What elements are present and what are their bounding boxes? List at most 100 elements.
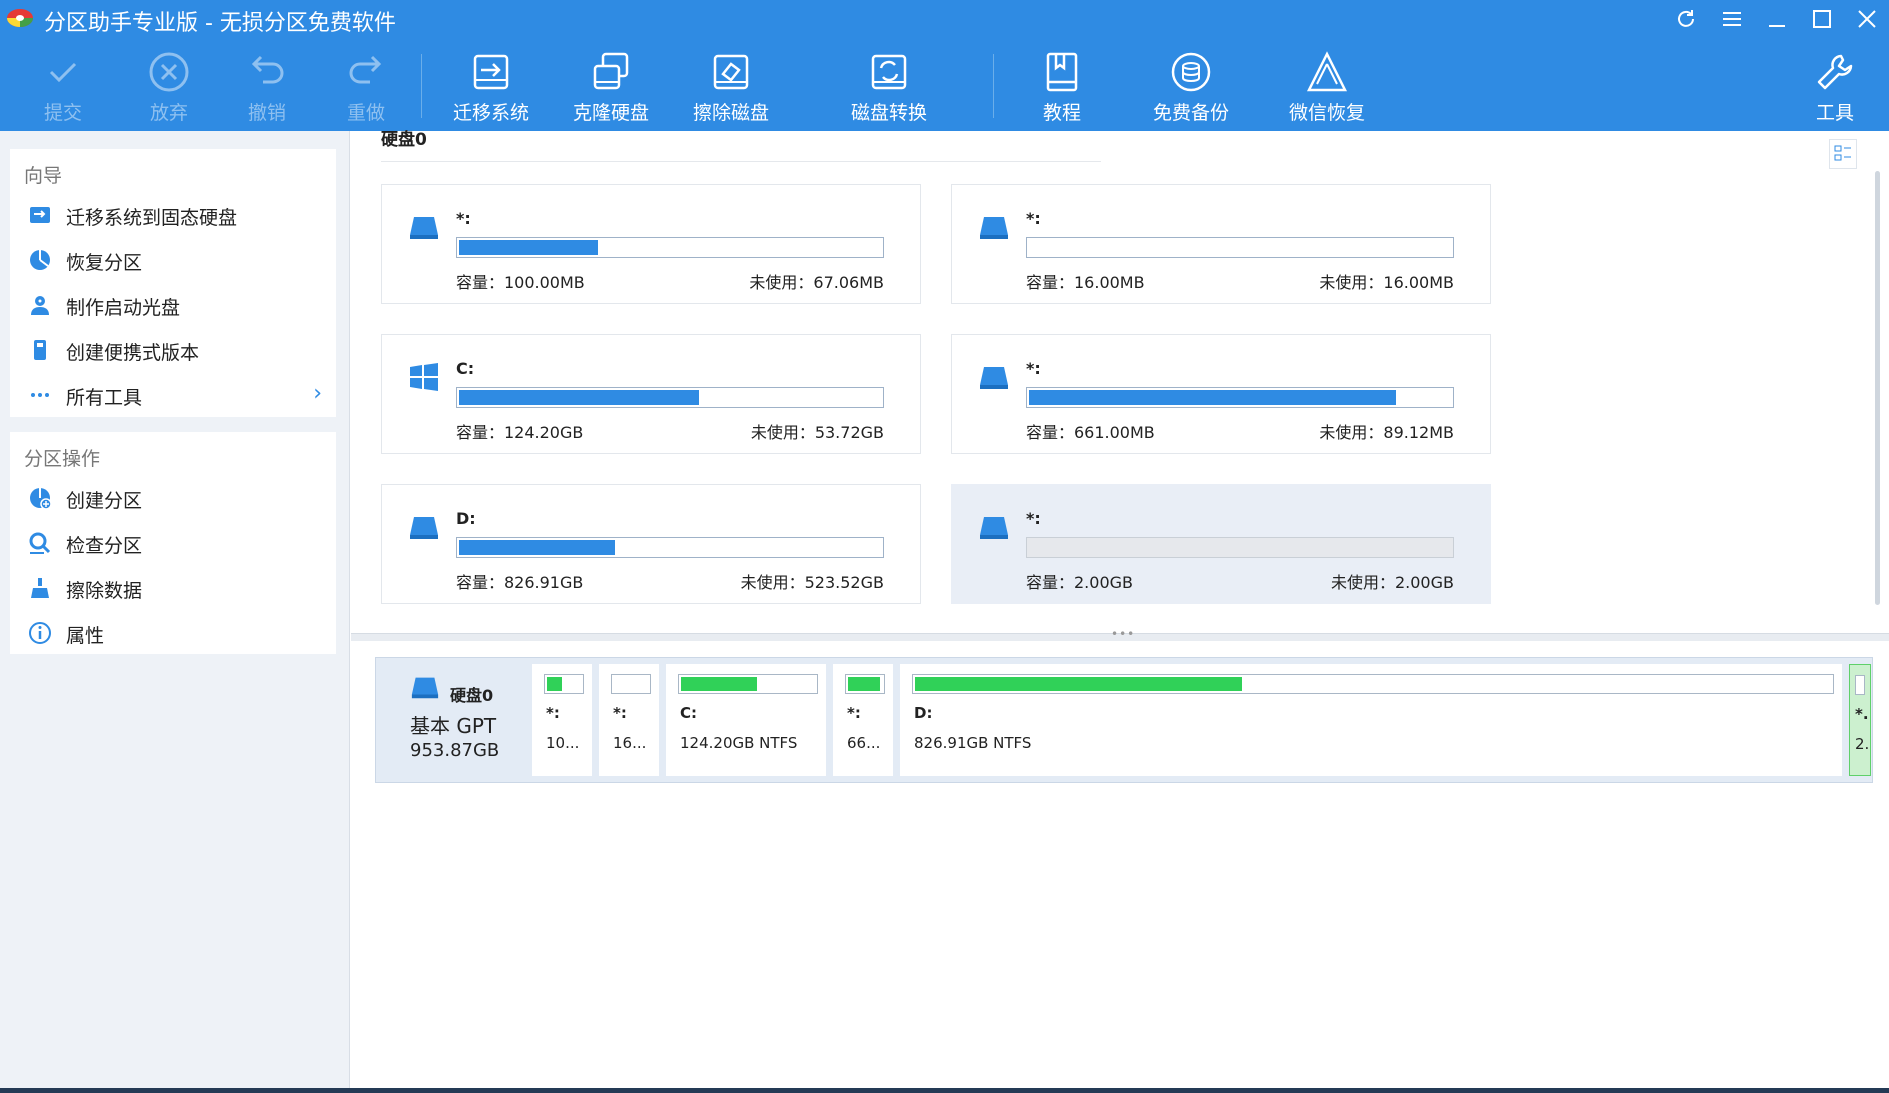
segment-name: *: bbox=[847, 704, 861, 722]
partition-capacity: 容量：100.00MB bbox=[456, 273, 585, 292]
segment-info: 66... bbox=[847, 734, 881, 752]
top-bar: 分区助手专业版 - 无损分区免费软件 提交 放弃 撤销 重做 迁移系统 克隆硬盘… bbox=[0, 0, 1889, 131]
disk-name: 硬盘0 bbox=[450, 686, 494, 705]
close-icon bbox=[1858, 10, 1876, 28]
tutorial-label: 教程 bbox=[1042, 102, 1081, 124]
book-icon bbox=[1046, 52, 1078, 92]
sidebar-item-portable[interactable]: 创建便携式版本 bbox=[10, 330, 336, 370]
commit-button[interactable]: 提交 bbox=[8, 44, 118, 130]
partition-capacity: 容量：661.00MB bbox=[1026, 423, 1155, 442]
menu-button[interactable] bbox=[1713, 4, 1751, 34]
sidebar-item-label: 创建便携式版本 bbox=[66, 342, 200, 364]
segment-usage-bar bbox=[611, 674, 651, 694]
segment-name: D: bbox=[914, 704, 933, 722]
disk-type: 基本 GPT bbox=[410, 714, 497, 738]
menu-icon bbox=[1723, 12, 1741, 26]
segment-usage-fill bbox=[848, 677, 880, 691]
wipe-disk-label: 擦除磁盘 bbox=[692, 102, 769, 124]
free-backup-label: 免费备份 bbox=[1152, 102, 1229, 124]
segment-usage-bar bbox=[678, 674, 818, 694]
left-panel: 向导 迁移系统到固态硬盘 恢复分区 制作启动光盘 创建便携式版本 所有工具 › … bbox=[0, 131, 350, 1093]
usage-bar-fill bbox=[459, 240, 599, 255]
partition-name: D: bbox=[456, 509, 476, 528]
sidebar-item-all-tools[interactable]: 所有工具 › bbox=[10, 375, 336, 415]
close-button[interactable] bbox=[1848, 4, 1886, 34]
sidebar-item-create-partition[interactable]: 创建分区 bbox=[10, 478, 336, 518]
maximize-button[interactable] bbox=[1803, 4, 1841, 34]
sidebar-item-migrate-ssd[interactable]: 迁移系统到固态硬盘 bbox=[10, 195, 336, 235]
sidebar-item-boot-disc[interactable]: 制作启动光盘 bbox=[10, 285, 336, 325]
sidebar-item-properties[interactable]: 属性 bbox=[10, 613, 336, 653]
cancel-circle-icon bbox=[149, 52, 189, 92]
clone-disk-button[interactable]: 克隆硬盘 bbox=[556, 44, 666, 130]
undo-button[interactable]: 撤销 bbox=[212, 44, 322, 130]
usage-bar bbox=[1026, 537, 1454, 558]
partition-name: *: bbox=[1026, 359, 1041, 378]
usage-bar-fill bbox=[459, 540, 616, 555]
usage-bar bbox=[456, 387, 884, 408]
maximize-icon bbox=[1813, 10, 1831, 28]
disk-convert-label: 磁盘转换 bbox=[850, 102, 927, 124]
partition-card[interactable]: *: 容量：100.00MB 未使用：67.06MB bbox=[381, 184, 921, 304]
redo-label: 重做 bbox=[346, 102, 385, 124]
partition-card[interactable]: D: 容量：826.91GB 未使用：523.52GB bbox=[381, 484, 921, 604]
discard-button[interactable]: 放弃 bbox=[114, 44, 224, 130]
refresh-icon bbox=[1678, 10, 1694, 27]
refresh-button[interactable] bbox=[1667, 4, 1705, 34]
wipe-disk-button[interactable]: 擦除磁盘 bbox=[676, 44, 786, 130]
migrate-drive-icon bbox=[473, 54, 509, 90]
disk-map-segment[interactable]: *: 66... bbox=[833, 664, 893, 776]
drive-icon bbox=[411, 677, 439, 699]
partition-free: 未使用：523.52GB bbox=[740, 573, 884, 592]
splitter-grip-icon: ••• bbox=[1111, 627, 1136, 641]
sidebar-item-check-partition[interactable]: 检查分区 bbox=[10, 523, 336, 563]
disk-map-segment[interactable]: *: 16... bbox=[599, 664, 659, 776]
segment-name: *. bbox=[1855, 705, 1869, 723]
disk-convert-button[interactable]: 磁盘转换 bbox=[834, 44, 944, 130]
redo-icon bbox=[349, 55, 382, 84]
main-area: 硬盘0 *: 容量：100.00MB 未使用：67.06MB *: 容量：16.… bbox=[351, 130, 1889, 1093]
wechat-recovery-button[interactable]: 微信恢复 bbox=[1272, 44, 1382, 130]
partition-name: *: bbox=[1026, 209, 1041, 228]
title-bar: 分区助手专业版 - 无损分区免费软件 bbox=[0, 0, 1889, 38]
sidebar-item-label: 恢复分区 bbox=[66, 252, 143, 274]
view-toggle-button[interactable] bbox=[1829, 139, 1857, 169]
disk-map-row[interactable]: 硬盘0 基本 GPT 953.87GB *: 10... *: 16... C:… bbox=[375, 657, 1873, 783]
tools-label: 工具 bbox=[1815, 102, 1854, 124]
sidebar-item-wipe-data[interactable]: 擦除数据 bbox=[10, 568, 336, 608]
disk-map-segment[interactable]: *: 10... bbox=[532, 664, 592, 776]
info-icon bbox=[29, 622, 51, 644]
partition-capacity: 容量：16.00MB bbox=[1026, 273, 1145, 292]
segment-info: 10... bbox=[546, 734, 580, 752]
partition-card-selected[interactable]: *: 容量：2.00GB 未使用：2.00GB bbox=[951, 484, 1491, 604]
window-title: 分区助手专业版 - 无损分区免费软件 bbox=[44, 11, 396, 36]
pane-splitter[interactable]: ••• bbox=[351, 627, 1889, 641]
sidebar-item-label: 所有工具 bbox=[66, 387, 143, 409]
segment-info: 124.20GB NTFS bbox=[680, 734, 798, 752]
segment-usage-bar bbox=[1855, 675, 1865, 695]
partition-card[interactable]: *: 容量：16.00MB 未使用：16.00MB bbox=[951, 184, 1491, 304]
vertical-scrollbar[interactable] bbox=[1875, 171, 1880, 605]
toolbar-separator bbox=[993, 54, 994, 118]
usage-bar bbox=[1026, 237, 1454, 258]
partition-free: 未使用：16.00MB bbox=[1319, 273, 1454, 292]
redo-button[interactable]: 重做 bbox=[311, 44, 421, 130]
minimize-button[interactable] bbox=[1758, 4, 1796, 34]
minimize-icon bbox=[1769, 25, 1785, 27]
tools-button[interactable]: 工具 bbox=[1790, 44, 1880, 130]
disk-map-segment[interactable]: C: 124.20GB NTFS bbox=[666, 664, 826, 776]
drive-icon bbox=[410, 517, 438, 539]
tutorial-button[interactable]: 教程 bbox=[1007, 44, 1117, 130]
free-backup-button[interactable]: 免费备份 bbox=[1136, 44, 1246, 130]
sidebar-item-label: 检查分区 bbox=[66, 535, 143, 557]
segment-usage-bar bbox=[544, 674, 584, 694]
partition-card[interactable]: C: 容量：124.20GB 未使用：53.72GB bbox=[381, 334, 921, 454]
sidebar-item-recover-partition[interactable]: 恢复分区 bbox=[10, 240, 336, 280]
partition-capacity: 容量：124.20GB bbox=[456, 423, 584, 442]
disk-map-segment[interactable]: D: 826.91GB NTFS bbox=[900, 664, 1842, 776]
partition-card[interactable]: *: 容量：661.00MB 未使用：89.12MB bbox=[951, 334, 1491, 454]
partition-ops-title: 分区操作 bbox=[24, 448, 101, 470]
migrate-os-button[interactable]: 迁移系统 bbox=[436, 44, 546, 130]
disk-map-segment-selected[interactable]: *. 2. bbox=[1849, 664, 1871, 776]
more-icon bbox=[31, 393, 49, 397]
